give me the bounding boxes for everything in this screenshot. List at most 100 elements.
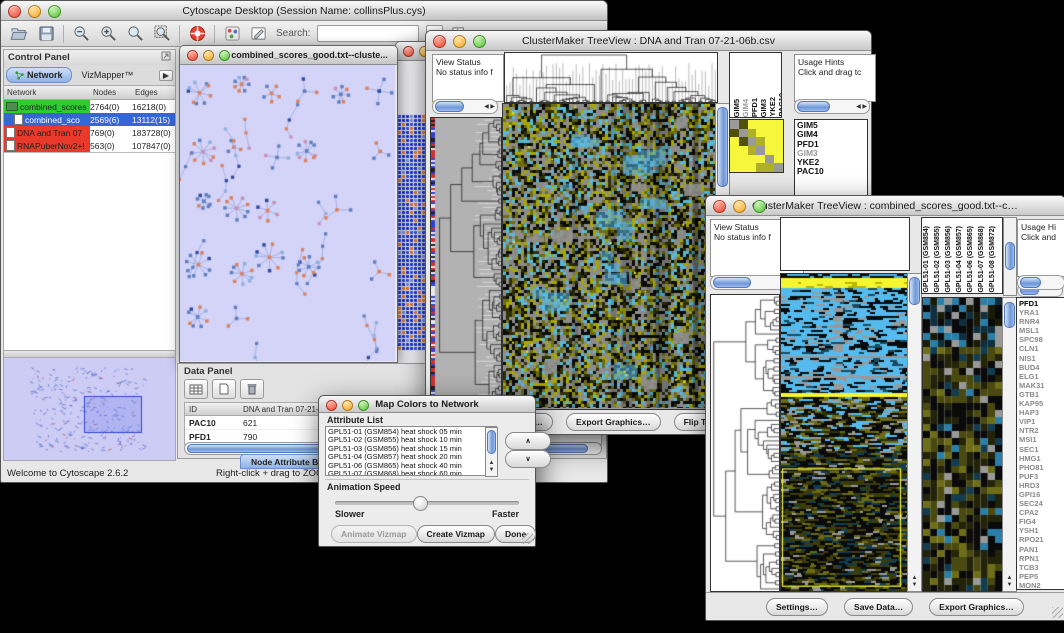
tab-overflow-arrow[interactable]: ▶	[159, 70, 173, 81]
tv1-titlebar[interactable]: ClusterMaker TreeView : DNA and Tran 07-…	[426, 31, 871, 51]
gene-list-item[interactable]: SPC98	[1019, 335, 1064, 344]
network-table-row[interactable]: combined_sco2569(6)13112(15)	[4, 113, 175, 126]
search-input[interactable]	[317, 25, 419, 42]
vizmap-icon[interactable]	[222, 24, 242, 44]
tv1-mini-heatmap-matrix[interactable]	[729, 119, 784, 173]
annotation-icon[interactable]	[249, 24, 269, 44]
open-folder-icon[interactable]	[9, 24, 29, 44]
move-down-button[interactable]: ∨	[505, 450, 551, 468]
tv2-labels-vscrollbar[interactable]	[1003, 217, 1017, 296]
col-edges[interactable]: Edges	[132, 88, 175, 97]
tv1-column-dendrogram[interactable]	[504, 52, 718, 103]
dialog-button[interactable]: Create Vizmap	[417, 525, 495, 543]
gene-list-item[interactable]: YRA1	[1019, 308, 1064, 317]
network-canvas[interactable]	[180, 65, 395, 361]
gene-list-item[interactable]: MON2	[1019, 581, 1064, 590]
gene-list-item[interactable]: PUF3	[1019, 472, 1064, 481]
resize-grip[interactable]	[522, 533, 533, 544]
tv2-button[interactable]: Export Graphics…	[929, 598, 1024, 616]
float-panel-icon[interactable]	[161, 51, 171, 64]
network-table-row[interactable]: DNA and Tran 07769(0)183728(0)	[4, 126, 175, 139]
minimize-button[interactable]	[342, 400, 353, 411]
gene-list-item[interactable]: CLN1	[1019, 344, 1064, 353]
gene-list-item[interactable]: RPO21	[1019, 535, 1064, 544]
tv2-global-heatmap[interactable]	[780, 273, 908, 592]
gene-list-item[interactable]: CPA2	[1019, 508, 1064, 517]
tv2-row-dendrogram[interactable]	[710, 294, 780, 592]
new-attribute-icon[interactable]	[212, 379, 236, 399]
help-lifering-icon[interactable]	[187, 24, 207, 44]
tv2-column-dendrogram-area[interactable]	[780, 217, 910, 271]
col-network[interactable]: Network	[4, 88, 90, 97]
main-titlebar[interactable]: Cytoscape Desktop (Session Name: collins…	[1, 1, 607, 21]
gene-list-item[interactable]: GPI16	[1019, 490, 1064, 499]
gene-list-item[interactable]: MSL1	[1019, 326, 1064, 335]
attribute-list[interactable]: GPL51-01 (GSM854) heat shock 05 minGPL51…	[325, 426, 497, 476]
move-up-button[interactable]: ∧	[505, 432, 551, 450]
gene-list-item[interactable]: GTB1	[1019, 390, 1064, 399]
tv1-row-dendrogram[interactable]	[430, 117, 502, 410]
col-nodes[interactable]: Nodes	[90, 88, 132, 97]
tv2-heatmap-vscrollbar[interactable]: ▲▼	[907, 273, 922, 592]
resize-grip[interactable]	[1052, 607, 1063, 618]
tv1-hints-scrollbar[interactable]: ◀ ▶	[794, 99, 870, 114]
gene-list-item[interactable]: FIG4	[1019, 517, 1064, 526]
birdseye-view[interactable]	[4, 358, 175, 460]
gene-list-item[interactable]: SEC24	[1019, 499, 1064, 508]
tv2-hints-scrollbar[interactable]	[1017, 275, 1064, 290]
gene-list-item[interactable]: PAC10	[797, 167, 867, 176]
delete-attribute-icon[interactable]	[240, 379, 264, 399]
zoom-in-icon[interactable]	[98, 24, 118, 44]
gene-list-item[interactable]: KAP95	[1019, 399, 1064, 408]
close-button[interactable]	[187, 50, 198, 61]
tv1-heatmap[interactable]	[502, 103, 716, 410]
animation-speed-slider-thumb[interactable]	[413, 496, 428, 511]
zoom-button[interactable]	[358, 400, 369, 411]
attribute-list-item[interactable]: GPL51-07 (GSM868) heat shock 60 min	[328, 470, 494, 476]
network-view-titlebar[interactable]: combined_scores_good.txt--cluste...	[180, 46, 397, 65]
tv1-button[interactable]: Export Graphics…	[566, 413, 661, 431]
gene-list-item[interactable]: TCB3	[1019, 563, 1064, 572]
gene-list-item[interactable]: VIP1	[1019, 417, 1064, 426]
zoom-button[interactable]	[473, 35, 486, 48]
gene-list-item[interactable]: SEC1	[1019, 445, 1064, 454]
col-id[interactable]: ID	[185, 405, 243, 414]
gene-list-item[interactable]: HRD3	[1019, 481, 1064, 490]
tv2-zoom-vscrollbar[interactable]: ▲▼	[1002, 297, 1017, 592]
tv2-button[interactable]: Save Data…	[844, 598, 913, 616]
attribute-list-scrollbar[interactable]: ▲▼	[485, 427, 498, 477]
zoom-out-icon[interactable]	[71, 24, 91, 44]
gene-list-item[interactable]: NIS1	[1019, 354, 1064, 363]
gene-list-item[interactable]: MSI1	[1019, 435, 1064, 444]
close-button[interactable]	[8, 5, 21, 18]
gene-list-item[interactable]: YSH1	[1019, 526, 1064, 535]
gene-list-item[interactable]: ELG1	[1019, 372, 1064, 381]
tv2-zoom-heatmap[interactable]	[922, 297, 1003, 592]
zoom-button[interactable]	[219, 50, 230, 61]
tab-network[interactable]: Network	[6, 67, 72, 83]
network-table-row[interactable]: RNAPuberNov2+!563(0)107847(0)	[4, 139, 175, 152]
zoom-fit-icon[interactable]	[152, 24, 172, 44]
gene-list-item[interactable]: HAP3	[1019, 408, 1064, 417]
minimize-button[interactable]	[733, 200, 746, 213]
zoom-selected-icon[interactable]	[125, 24, 145, 44]
minimize-button[interactable]	[203, 50, 214, 61]
panel-splitter[interactable]	[4, 350, 175, 358]
tv2-titlebar[interactable]: ClusterMaker TreeView : combined_scores_…	[706, 196, 1064, 216]
close-button[interactable]	[713, 200, 726, 213]
zoom-button[interactable]	[753, 200, 766, 213]
gene-list-item[interactable]: NTR2	[1019, 426, 1064, 435]
gene-list-item[interactable]: RNR4	[1019, 317, 1064, 326]
close-button[interactable]	[433, 35, 446, 48]
gene-list-item[interactable]: RPN1	[1019, 554, 1064, 563]
save-icon[interactable]	[36, 24, 56, 44]
select-attributes-icon[interactable]	[184, 379, 208, 399]
tab-vizmapper[interactable]: VizMapper™	[74, 68, 142, 82]
gene-list-item[interactable]: MAK31	[1019, 381, 1064, 390]
gene-list-item[interactable]: BUD4	[1019, 363, 1064, 372]
tv1-status-scrollbar[interactable]: ◀ ▶	[432, 99, 498, 114]
gene-list-item[interactable]: PEP5	[1019, 572, 1064, 581]
dialog-titlebar[interactable]: Map Colors to Network	[319, 396, 535, 413]
minimize-button[interactable]	[453, 35, 466, 48]
gene-list-item[interactable]: PFD1	[1019, 299, 1064, 308]
